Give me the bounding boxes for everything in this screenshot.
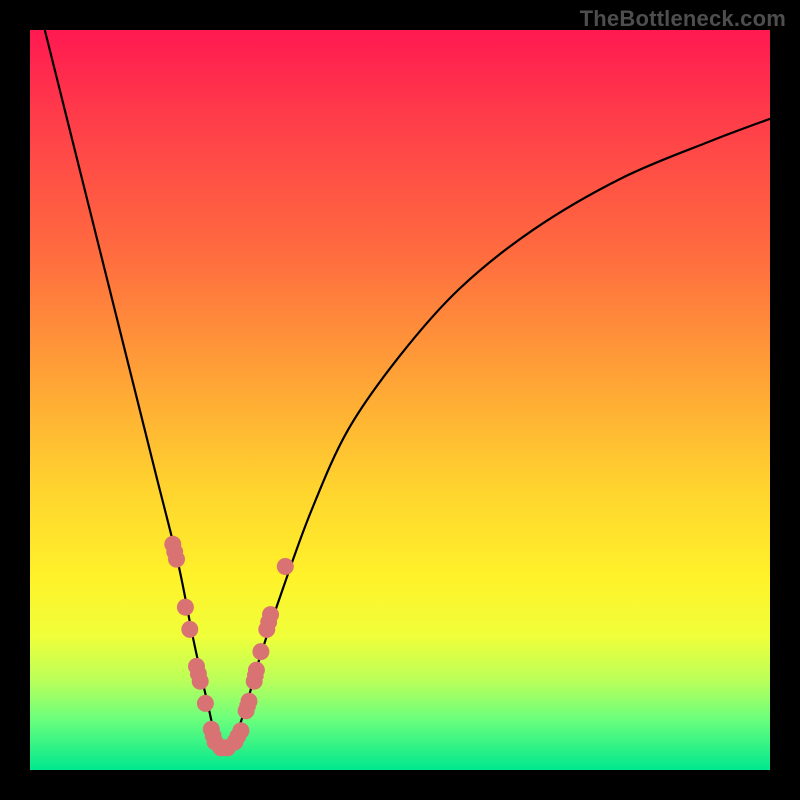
bottleneck-curve: [45, 30, 770, 753]
marker-dot: [258, 621, 275, 638]
marker-dot: [177, 599, 194, 616]
marker-dot: [188, 658, 205, 675]
marker-dot: [168, 551, 185, 568]
marker-dot: [277, 558, 294, 575]
marker-dot: [252, 643, 269, 660]
plot-area: [30, 30, 770, 770]
watermark-text: TheBottleneck.com: [580, 6, 786, 32]
marker-dot: [164, 536, 181, 553]
marker-dot: [241, 693, 258, 710]
marker-group: [164, 536, 293, 757]
chart-frame: TheBottleneck.com: [0, 0, 800, 800]
chart-svg: [30, 30, 770, 770]
marker-dot: [197, 695, 214, 712]
marker-dot: [181, 621, 198, 638]
marker-dot: [262, 606, 279, 623]
marker-dot: [248, 662, 265, 679]
marker-dot: [232, 722, 249, 739]
marker-dot: [192, 673, 209, 690]
